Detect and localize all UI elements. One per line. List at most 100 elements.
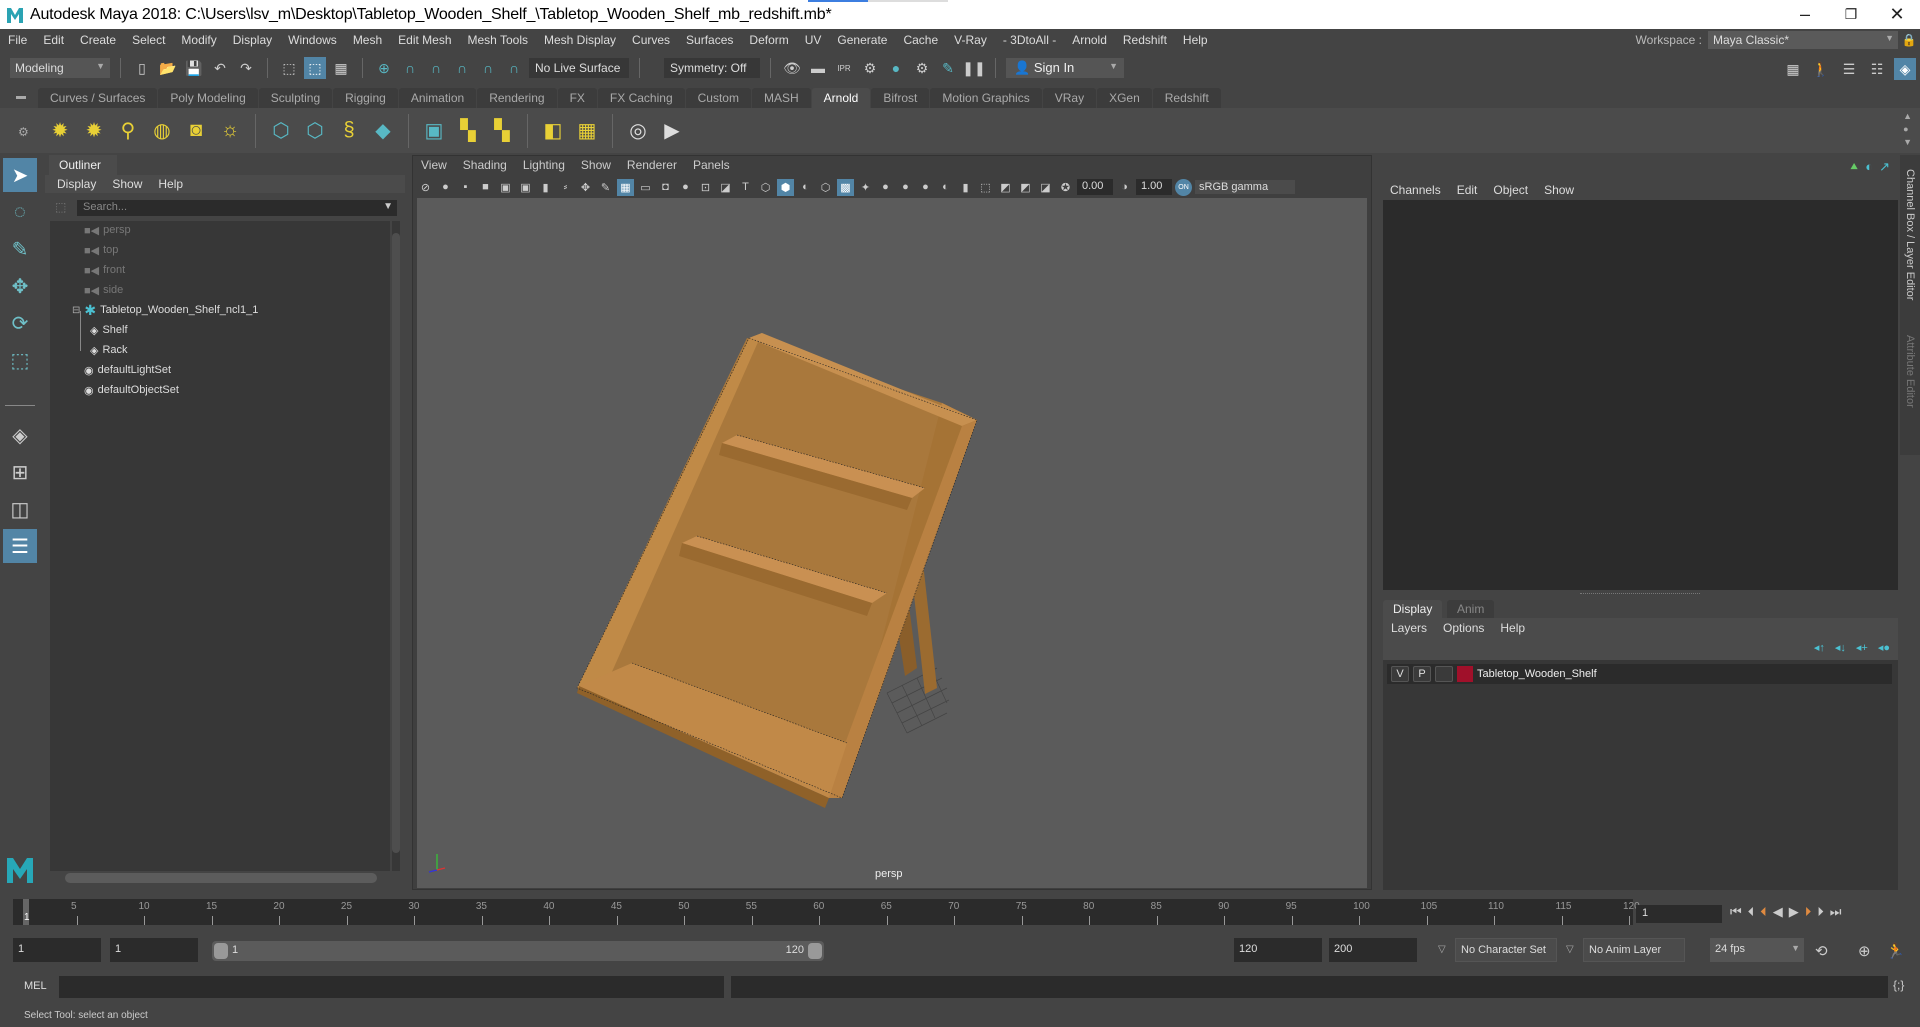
render-view-icon[interactable]: 👁 [781,57,803,79]
play-render-icon[interactable]: ▶ [657,116,687,146]
move-layer-up-icon[interactable]: ◂↑ [1814,641,1825,654]
outliner-layout-icon[interactable]: ☰ [3,529,37,563]
step-back-frame-icon[interactable]: ⏴ [1748,904,1755,920]
character-set-dropdown[interactable]: No Character Set [1455,938,1557,962]
safe-action-icon[interactable]: ◪ [717,179,734,196]
loop-icon[interactable]: ⟲ [1815,942,1828,960]
menu-file[interactable]: File [0,33,35,47]
step-forward-frame-icon[interactable]: ⏵ [1817,904,1824,920]
resolution-gate-icon[interactable]: ◘ [657,179,674,196]
live-surface-field[interactable]: No Live Surface [529,58,629,78]
curve-collector-icon[interactable]: § [334,116,364,146]
sign-in-dropdown[interactable]: 👤 Sign In [1006,58,1124,78]
channel-menu-object[interactable]: Object [1493,183,1528,197]
scrollbar-thumb[interactable] [392,233,400,853]
scale-tool-icon[interactable]: ⬚ [3,343,37,377]
render-view-shelf-icon[interactable]: ▣ [419,116,449,146]
animation-preferences-icon[interactable]: 🏃 [1886,942,1905,960]
menu-mesh-display[interactable]: Mesh Display [536,33,624,47]
outliner-menu-display[interactable]: Display [57,177,96,191]
gate-mask-icon[interactable]: ● [677,179,694,196]
list-item[interactable]: ■◀ top [84,241,118,259]
menu-uv[interactable]: UV [797,33,830,47]
menu-arnold[interactable]: Arnold [1064,33,1115,47]
viewport-menu-shading[interactable]: Shading [463,158,507,172]
shelf-tab-sculpting[interactable]: Sculpting [258,88,333,108]
lock-icon[interactable]: 🔒 [1898,33,1920,47]
create-layer-icon[interactable]: ◂+ [1856,641,1868,654]
gamma-icon[interactable]: ◑ [1116,179,1133,196]
menu-surfaces[interactable]: Surfaces [678,33,741,47]
viewport-menu-lighting[interactable]: Lighting [523,158,565,172]
menu-mesh[interactable]: Mesh [345,33,390,47]
command-input[interactable] [59,976,724,998]
shelf-tab-motion-graphics[interactable]: Motion Graphics [930,88,1042,108]
isolate-select-icon[interactable]: ⬚ [977,179,994,196]
shelf-tab-custom[interactable]: Custom [685,88,751,108]
select-hierarchy-icon[interactable]: ⬚ [278,57,300,79]
physical-sky-icon[interactable]: ☼ [215,116,245,146]
script-editor-icon[interactable]: {;} [1893,978,1904,992]
shelf-scroll[interactable]: ▲ ● ▼ [1903,110,1912,149]
restore-button[interactable]: ❐ [1828,0,1874,29]
list-item[interactable]: ⊟ ✱ Tabletop_Wooden_Shelf_ncl1_1 [72,301,258,319]
textured-icon[interactable]: ▩ [837,178,854,196]
two-pane-layout-icon[interactable]: ◫ [3,492,37,526]
character-set-arrow-icon[interactable]: ▽ [1438,944,1446,955]
viewport-menu-panels[interactable]: Panels [693,158,730,172]
end-time-field[interactable]: 200 [1329,938,1417,962]
xray-active-icon[interactable]: ◩ [1017,179,1034,196]
menu-edit-mesh[interactable]: Edit Mesh [390,33,459,47]
list-item[interactable]: ◉ defaultLightSet [84,361,171,379]
snap-curve-icon[interactable]: ∩ [399,57,421,79]
camera-attributes-icon[interactable]: ■ [477,179,494,196]
auto-key-icon[interactable]: ⊕ [1858,942,1871,960]
select-tool-icon[interactable]: ➤ [3,158,37,192]
list-item[interactable]: ■◀ persp [84,221,131,239]
xray-joints-icon[interactable]: ⸗ [557,179,574,196]
go-to-start-icon[interactable]: ⏮ [1730,904,1742,920]
menu-set-dropdown[interactable]: Modeling [10,58,110,78]
channel-menu-channels[interactable]: Channels [1390,183,1441,197]
list-item[interactable]: ■◀ front [84,261,125,279]
layer-name[interactable]: Tabletop_Wooden_Shelf [1477,668,1597,680]
list-item[interactable]: ◈ Rack [90,341,128,359]
time-slider-track[interactable]: 1 5 10 15 20 25 30 35 40 45 50 55 60 65 70 75 80 85 90 95 1… [13,899,1640,925]
grid-icon[interactable]: ▦ [617,178,634,196]
lasso-tool-icon[interactable]: ◌ [3,195,37,229]
list-item[interactable]: ◉ defaultObjectSet [84,381,179,399]
symmetry-field[interactable]: Symmetry: Off [664,58,760,78]
layer-display-type-toggle[interactable] [1435,666,1453,682]
channel-box-toggle-icon[interactable]: ◈ [1894,58,1916,80]
redo-icon[interactable]: ↷ [235,57,257,79]
playback-end-field[interactable]: 120 [1234,938,1322,962]
outliner-tab[interactable]: Outliner [49,155,117,175]
photometric-light-icon[interactable]: ⚲ [113,116,143,146]
menu-curves[interactable]: Curves [624,33,678,47]
layer-playback-toggle[interactable]: P [1413,666,1431,682]
range-slider[interactable]: 1 120 [212,941,824,961]
move-tool-icon[interactable]: ✥ [3,269,37,303]
default-material-icon[interactable]: ◐ [797,179,814,196]
list-item[interactable]: ◈ Shelf [90,321,128,339]
anim-layer-dropdown[interactable]: No Anim Layer [1583,938,1685,962]
shelf-menu-icon[interactable] [16,96,26,99]
outliner-horizontal-scrollbar[interactable] [55,873,390,883]
export-standin-icon[interactable]: ⬡ [300,116,330,146]
xray-icon[interactable]: ◩ [997,179,1014,196]
splitter-handle[interactable] [1580,593,1700,594]
outliner-menu-show[interactable]: Show [112,177,142,191]
ipr-render-icon[interactable]: IPR [833,57,855,79]
wireframe-on-shaded-icon[interactable]: ⬡ [817,179,834,196]
menu-3dtoall[interactable]: - 3DtoAll - [995,33,1064,47]
workspace-dropdown[interactable]: Maya Classic* [1708,30,1898,49]
render-setup-icon[interactable]: ⚙ [911,57,933,79]
layer-tab-display[interactable]: Display [1383,600,1443,618]
attribute-editor-side-tab[interactable]: Attribute Editor [1904,335,1916,408]
four-pane-layout-icon[interactable]: ⊞ [3,455,37,489]
paint-select-tool-icon[interactable]: ✎ [3,232,37,266]
layer-visibility-toggle[interactable]: V [1391,666,1409,682]
shader-ball-icon[interactable]: ◧ [538,116,568,146]
menu-help[interactable]: Help [1175,33,1216,47]
select-camera-icon[interactable]: ⊘ [417,179,434,196]
